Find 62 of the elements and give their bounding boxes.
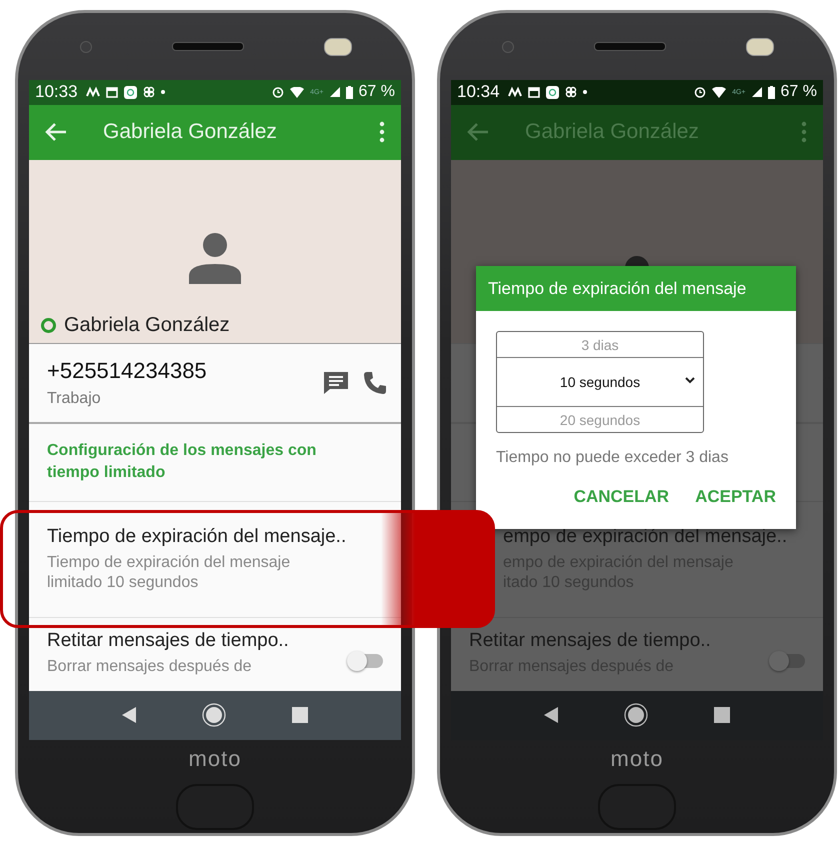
home-circle-icon[interactable] bbox=[624, 703, 648, 728]
speaker-grille bbox=[594, 42, 666, 51]
calendar-icon bbox=[106, 86, 118, 98]
status-time: 10:34 bbox=[457, 82, 500, 102]
dialog-message: Tiempo no puede exceder 3 dias bbox=[496, 449, 730, 467]
dot-icon bbox=[582, 90, 587, 94]
back-triangle-icon[interactable] bbox=[544, 707, 558, 724]
message-icon[interactable] bbox=[323, 370, 349, 395]
signal-icon bbox=[330, 87, 340, 98]
phone-type: Trabajo bbox=[47, 390, 102, 408]
setting-summary: limitado 10 segundos bbox=[47, 574, 200, 592]
setting-title: Retitar mensajes de tiempo.. bbox=[47, 630, 290, 652]
home-circle-icon[interactable] bbox=[202, 703, 226, 728]
alarm-icon bbox=[694, 86, 706, 98]
more-options-icon[interactable] bbox=[379, 121, 385, 144]
setting-summary: Borrar mensajes después de bbox=[47, 658, 253, 676]
caret-icon bbox=[685, 377, 695, 384]
signal-icon bbox=[752, 87, 762, 98]
picker-option[interactable]: 20 segundos bbox=[497, 407, 703, 432]
pulse-icon bbox=[86, 86, 100, 98]
battery-icon bbox=[768, 86, 775, 99]
camera-lens bbox=[502, 40, 514, 52]
battery-icon bbox=[346, 86, 353, 99]
speaker-grille bbox=[172, 42, 244, 51]
brand-logo: moto bbox=[188, 746, 242, 772]
dialog-title: Tiempo de expiración del mensaje bbox=[476, 266, 796, 311]
flower-icon bbox=[564, 86, 577, 98]
app-icon bbox=[124, 86, 137, 99]
square-icon[interactable] bbox=[292, 707, 308, 724]
status-time: 10:33 bbox=[35, 82, 78, 102]
picker-option[interactable]: 3 dias bbox=[497, 332, 703, 357]
setting-title: Retitar mensajes de tiempo.. bbox=[469, 630, 712, 652]
toggle-switch[interactable] bbox=[349, 654, 383, 668]
status-ring-icon bbox=[41, 318, 56, 333]
flower-icon bbox=[142, 86, 155, 98]
back-triangle-icon[interactable] bbox=[122, 707, 136, 724]
dot-icon bbox=[160, 90, 165, 94]
person-icon bbox=[189, 232, 241, 284]
app-bar-title: Gabriela González bbox=[103, 120, 278, 144]
picker-option[interactable]: 10 segundos bbox=[497, 357, 703, 407]
pulse-icon bbox=[508, 86, 522, 98]
toggle-switch[interactable] bbox=[771, 654, 805, 668]
section-header: Configuración de los mensajes con tiempo limitado bbox=[47, 441, 318, 484]
battery-percent: 67 % bbox=[358, 83, 395, 102]
flash-light bbox=[324, 38, 352, 56]
phone-number: +525514234385 bbox=[47, 358, 208, 384]
phone-icon[interactable] bbox=[363, 370, 387, 395]
flash-light bbox=[746, 38, 774, 56]
setting-title: empo de expiración del mensaje.. bbox=[503, 526, 788, 548]
wifi-icon bbox=[290, 86, 304, 98]
calendar-icon bbox=[528, 86, 540, 98]
square-icon[interactable] bbox=[714, 707, 730, 724]
brand-logo: moto bbox=[610, 746, 664, 772]
camera-lens bbox=[80, 40, 92, 52]
wifi-icon bbox=[712, 86, 726, 98]
setting-summary: Tiempo de expiración del mensaje bbox=[47, 554, 292, 572]
alarm-icon bbox=[272, 86, 284, 98]
setting-title: Tiempo de expiración del mensaje.. bbox=[47, 526, 348, 548]
app-icon bbox=[546, 86, 559, 99]
contact-name: Gabriela González bbox=[64, 314, 230, 337]
battery-percent: 67 % bbox=[780, 83, 817, 102]
duration-picker[interactable]: 3 dias 10 segundos 20 segundos bbox=[496, 331, 704, 433]
